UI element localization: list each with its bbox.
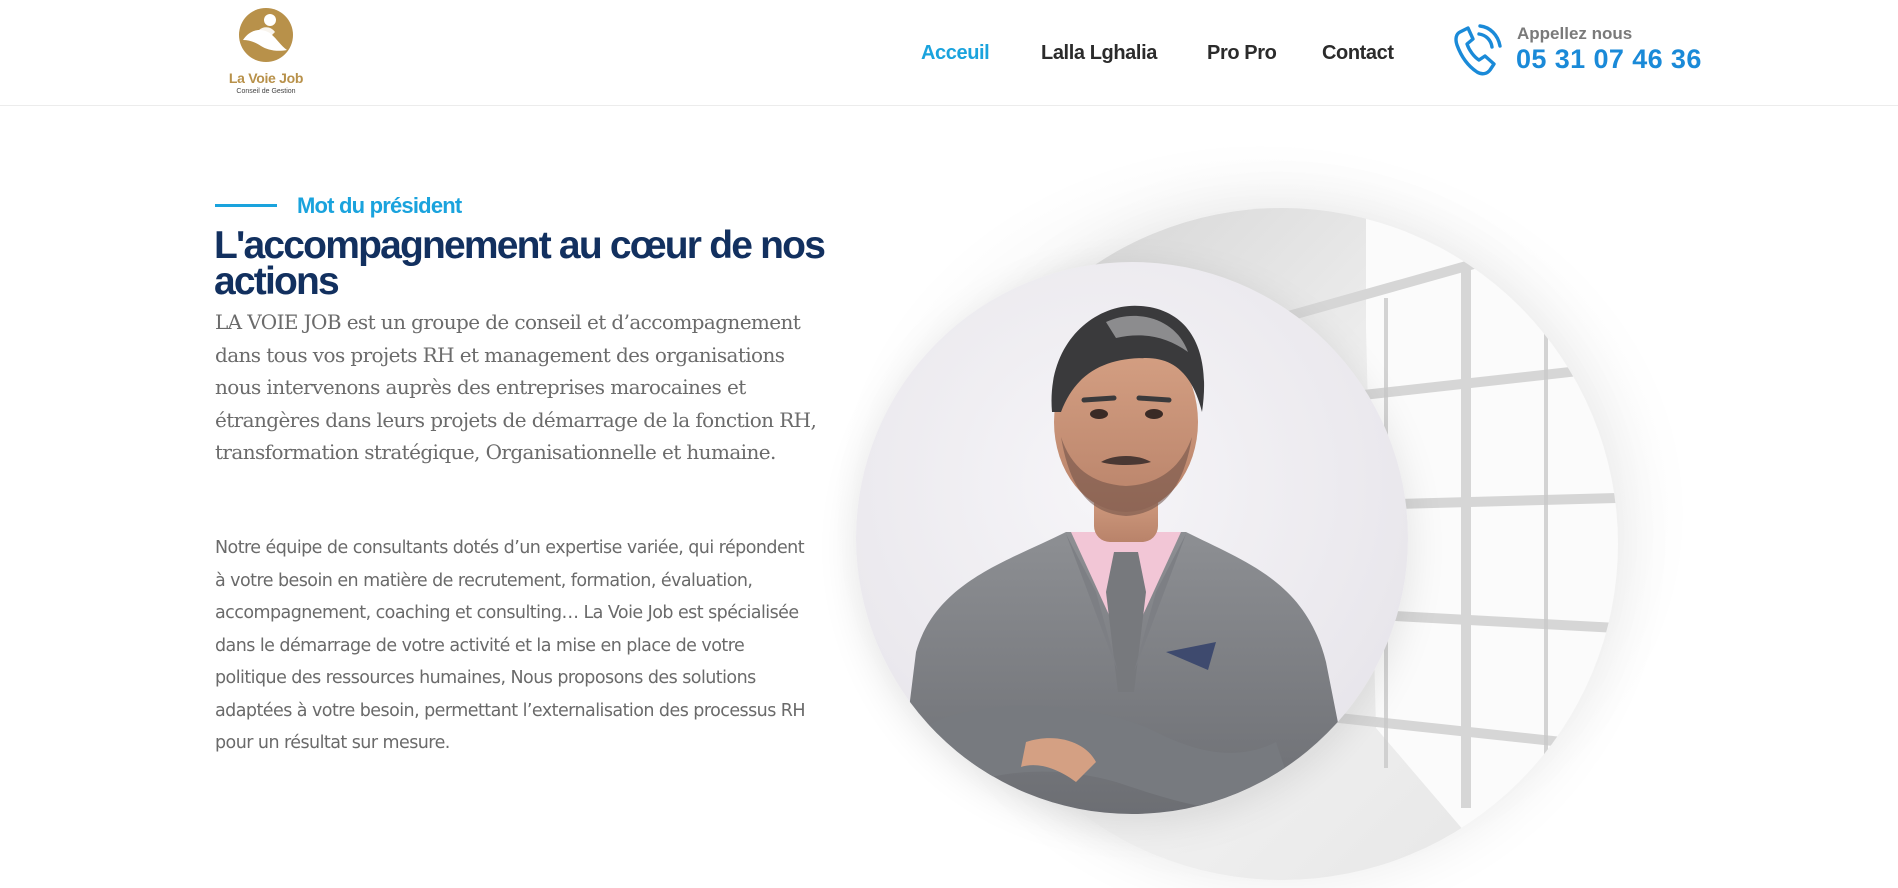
section-headline: L'accompagnement au cœur de nos actions [214, 224, 826, 303]
logo-tagline: Conseil de Gestion [236, 88, 296, 95]
logo-name: La Voie Job [228, 70, 304, 86]
phone-number-link[interactable]: 05 31 07 46 36 [1516, 44, 1702, 75]
nav-item-lalla-lghalia[interactable]: Lalla Lghalia [1041, 42, 1157, 65]
nav-item-pro-pro[interactable]: Pro Pro [1207, 42, 1277, 65]
section-body-paragraph: Notre équipe de consultants dotés d’un e… [215, 538, 806, 753]
phone-label: Appellez nous [1517, 24, 1633, 43]
section-lead-paragraph: LA VOIE JOB est un groupe de conseil et … [215, 310, 817, 464]
president-photo [856, 262, 1408, 814]
nav-item-contact[interactable]: Contact [1322, 42, 1394, 65]
site-header: La Voie Job Conseil de Gestion Acceuil L… [0, 0, 1898, 106]
section-eyebrow: Mot du président [297, 193, 462, 218]
nav-item-acceuil[interactable]: Acceuil [921, 42, 990, 65]
president-portrait-graphic [896, 305, 1356, 814]
eyebrow-divider [215, 204, 277, 207]
logo-emblem-icon [239, 8, 293, 62]
brand-logo[interactable]: La Voie Job Conseil de Gestion [226, 6, 306, 100]
phone-icon[interactable] [1450, 20, 1506, 78]
